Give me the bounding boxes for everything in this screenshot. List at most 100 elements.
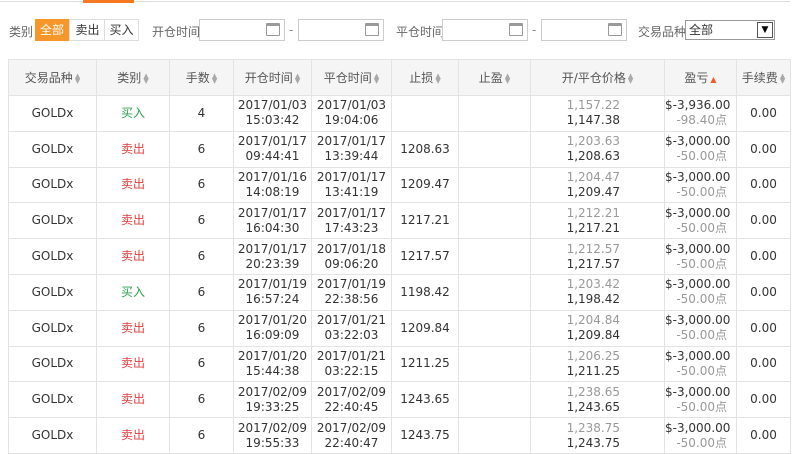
close-date: 2017/01/03 bbox=[316, 98, 387, 113]
open-clock: 15:44:38 bbox=[245, 363, 300, 378]
cell-close-time: 2017/02/09 22:40:47 bbox=[311, 417, 392, 454]
cell-take-profit bbox=[458, 309, 531, 347]
range-dash: - bbox=[289, 23, 294, 37]
col-header-open-time[interactable]: 开仓时间 ▲ ▼ bbox=[233, 59, 312, 96]
close-date: 2017/01/19 bbox=[316, 277, 387, 292]
sort-icon[interactable]: ▲ ▼ bbox=[435, 72, 440, 84]
cell-profit-loss: $-3,000.00 -50.00点 bbox=[664, 345, 737, 383]
calendar-icon[interactable] bbox=[266, 23, 280, 36]
close-price: 1,209.47 bbox=[566, 184, 620, 199]
cell-take-profit bbox=[458, 238, 531, 275]
close-time-end-input[interactable] bbox=[541, 19, 627, 41]
cell-fee: 0.00 bbox=[736, 345, 791, 383]
cell-profit-loss: $-3,000.00 -50.00点 bbox=[664, 202, 737, 240]
cell-symbol: GOLDx bbox=[8, 273, 97, 311]
open-time-start-input[interactable] bbox=[199, 19, 285, 41]
close-price: 1,147.38 bbox=[566, 113, 620, 128]
col-header-close-time[interactable]: 平仓时间 ▲ ▼ bbox=[311, 59, 392, 96]
cell-side: 卖出 bbox=[96, 202, 170, 240]
cell-lots: 6 bbox=[169, 238, 234, 275]
chevron-down-icon[interactable]: ▼ bbox=[757, 22, 773, 38]
cell-fee: 0.00 bbox=[736, 381, 791, 419]
open-clock: 16:57:24 bbox=[245, 292, 300, 307]
col-header-lots[interactable]: 手数 ▲ ▼ bbox=[169, 59, 234, 96]
close-price: 1,211.25 bbox=[566, 363, 620, 378]
sort-icon[interactable]: ▲ ▼ bbox=[374, 72, 379, 84]
profit-loss-points: -50.00点 bbox=[676, 435, 727, 450]
cell-take-profit bbox=[458, 273, 531, 311]
profit-loss-amount: $-3,000.00 bbox=[665, 169, 731, 184]
open-time-end-input[interactable] bbox=[298, 19, 384, 41]
calendar-icon[interactable] bbox=[365, 23, 379, 36]
profit-loss-amount: $-3,936.00 bbox=[665, 98, 731, 113]
open-date: 2017/01/03 bbox=[237, 98, 308, 113]
sort-icon[interactable]: ▲ ▼ bbox=[212, 72, 217, 84]
profit-loss-points: -50.00点 bbox=[676, 220, 727, 235]
cell-stop-loss: 1198.42 bbox=[391, 273, 459, 311]
cell-close-time: 2017/01/17 17:43:23 bbox=[311, 202, 392, 240]
cell-symbol: GOLDx bbox=[8, 345, 97, 383]
cell-price: 1,203.42 1,198.42 bbox=[530, 273, 665, 311]
col-header-symbol[interactable]: 交易品种 ▲ ▼ bbox=[8, 59, 97, 96]
col-header-type[interactable]: 类别 ▲ ▼ bbox=[96, 59, 170, 96]
col-header-stop-loss[interactable]: 止损 ▲ ▼ bbox=[391, 59, 459, 96]
profit-loss-points: -50.00点 bbox=[676, 292, 727, 307]
col-header-take-profit[interactable]: 止盈 ▲ ▼ bbox=[458, 59, 531, 96]
open-clock: 19:55:33 bbox=[245, 435, 300, 450]
cell-price: 1,238.75 1,243.75 bbox=[530, 417, 665, 454]
filter-buy-button[interactable]: 买入 bbox=[104, 19, 139, 41]
cell-fee: 0.00 bbox=[736, 309, 791, 347]
cell-open-time: 2017/02/09 19:33:25 bbox=[233, 381, 312, 419]
table-row: GOLDx 买入 4 2017/01/03 15:03:42 2017/01/03 19:0… bbox=[8, 95, 791, 132]
profit-loss-amount: $-3,000.00 bbox=[665, 134, 731, 149]
table-row: GOLDx 卖出 6 2017/01/17 09:44:41 2017/01/17 13:3… bbox=[8, 130, 791, 168]
sort-icon[interactable]: ▲ ▼ bbox=[143, 72, 148, 84]
open-date: 2017/01/20 bbox=[237, 313, 308, 328]
open-date: 2017/02/09 bbox=[237, 420, 308, 435]
cell-stop-loss: 1209.84 bbox=[391, 309, 459, 347]
open-date: 2017/01/16 bbox=[237, 169, 308, 184]
open-price: 1,238.65 bbox=[566, 384, 620, 399]
cell-price: 1,204.84 1,209.84 bbox=[530, 309, 665, 347]
cell-take-profit bbox=[458, 345, 531, 383]
calendar-icon[interactable] bbox=[509, 23, 523, 36]
symbol-label: 交易品种 bbox=[638, 25, 687, 39]
sort-icon[interactable]: ▲ ▼ bbox=[628, 72, 633, 84]
cell-open-time: 2017/01/19 16:57:24 bbox=[233, 273, 312, 311]
cell-side: 买入 bbox=[96, 273, 170, 311]
calendar-icon[interactable] bbox=[608, 23, 622, 36]
open-clock: 09:44:41 bbox=[245, 149, 300, 164]
col-header-price[interactable]: 开/平仓价格 ▲ ▼ bbox=[530, 59, 665, 96]
open-price: 1,238.75 bbox=[566, 420, 620, 435]
filter-all-button[interactable]: 全部 bbox=[35, 19, 69, 41]
sort-asc-icon[interactable]: ▲ bbox=[710, 75, 716, 84]
cell-profit-loss: $-3,000.00 -50.00点 bbox=[664, 166, 737, 204]
open-clock: 15:03:42 bbox=[245, 113, 300, 128]
table-row: GOLDx 买入 6 2017/01/19 16:57:24 2017/01/19 22:3… bbox=[8, 273, 791, 311]
sort-icon[interactable]: ▲ ▼ bbox=[780, 72, 785, 84]
sort-icon[interactable]: ▲ ▼ bbox=[505, 72, 510, 84]
cell-take-profit bbox=[458, 95, 531, 132]
table-row: GOLDx 卖出 6 2017/01/20 15:44:38 2017/01/21 03:2… bbox=[8, 345, 791, 383]
close-time-start-input[interactable] bbox=[442, 19, 528, 41]
profit-loss-points: -50.00点 bbox=[676, 363, 727, 378]
cell-lots: 4 bbox=[169, 95, 234, 132]
symbol-select[interactable]: 全部 ▼ bbox=[685, 20, 775, 40]
cell-stop-loss: 1243.65 bbox=[391, 381, 459, 419]
profit-loss-points: -50.00点 bbox=[676, 149, 727, 164]
cell-close-time: 2017/01/21 03:22:15 bbox=[311, 345, 392, 383]
cell-lots: 6 bbox=[169, 345, 234, 383]
cell-open-time: 2017/02/09 19:55:33 bbox=[233, 417, 312, 454]
cell-open-time: 2017/01/17 20:23:39 bbox=[233, 238, 312, 275]
sort-icon[interactable]: ▲ ▼ bbox=[295, 72, 300, 84]
cell-take-profit bbox=[458, 166, 531, 204]
cell-side: 卖出 bbox=[96, 166, 170, 204]
cell-fee: 0.00 bbox=[736, 202, 791, 240]
cell-price: 1,206.25 1,211.25 bbox=[530, 345, 665, 383]
col-header-fee[interactable]: 手续费 ▲ ▼ bbox=[736, 59, 791, 96]
col-header-profit-loss[interactable]: 盈亏 ▲ bbox=[664, 59, 737, 96]
filter-sell-button[interactable]: 卖出 bbox=[69, 19, 105, 41]
cell-close-time: 2017/01/18 09:06:20 bbox=[311, 238, 392, 275]
open-price: 1,212.21 bbox=[566, 205, 620, 220]
sort-icon[interactable]: ▲ ▼ bbox=[75, 72, 80, 84]
